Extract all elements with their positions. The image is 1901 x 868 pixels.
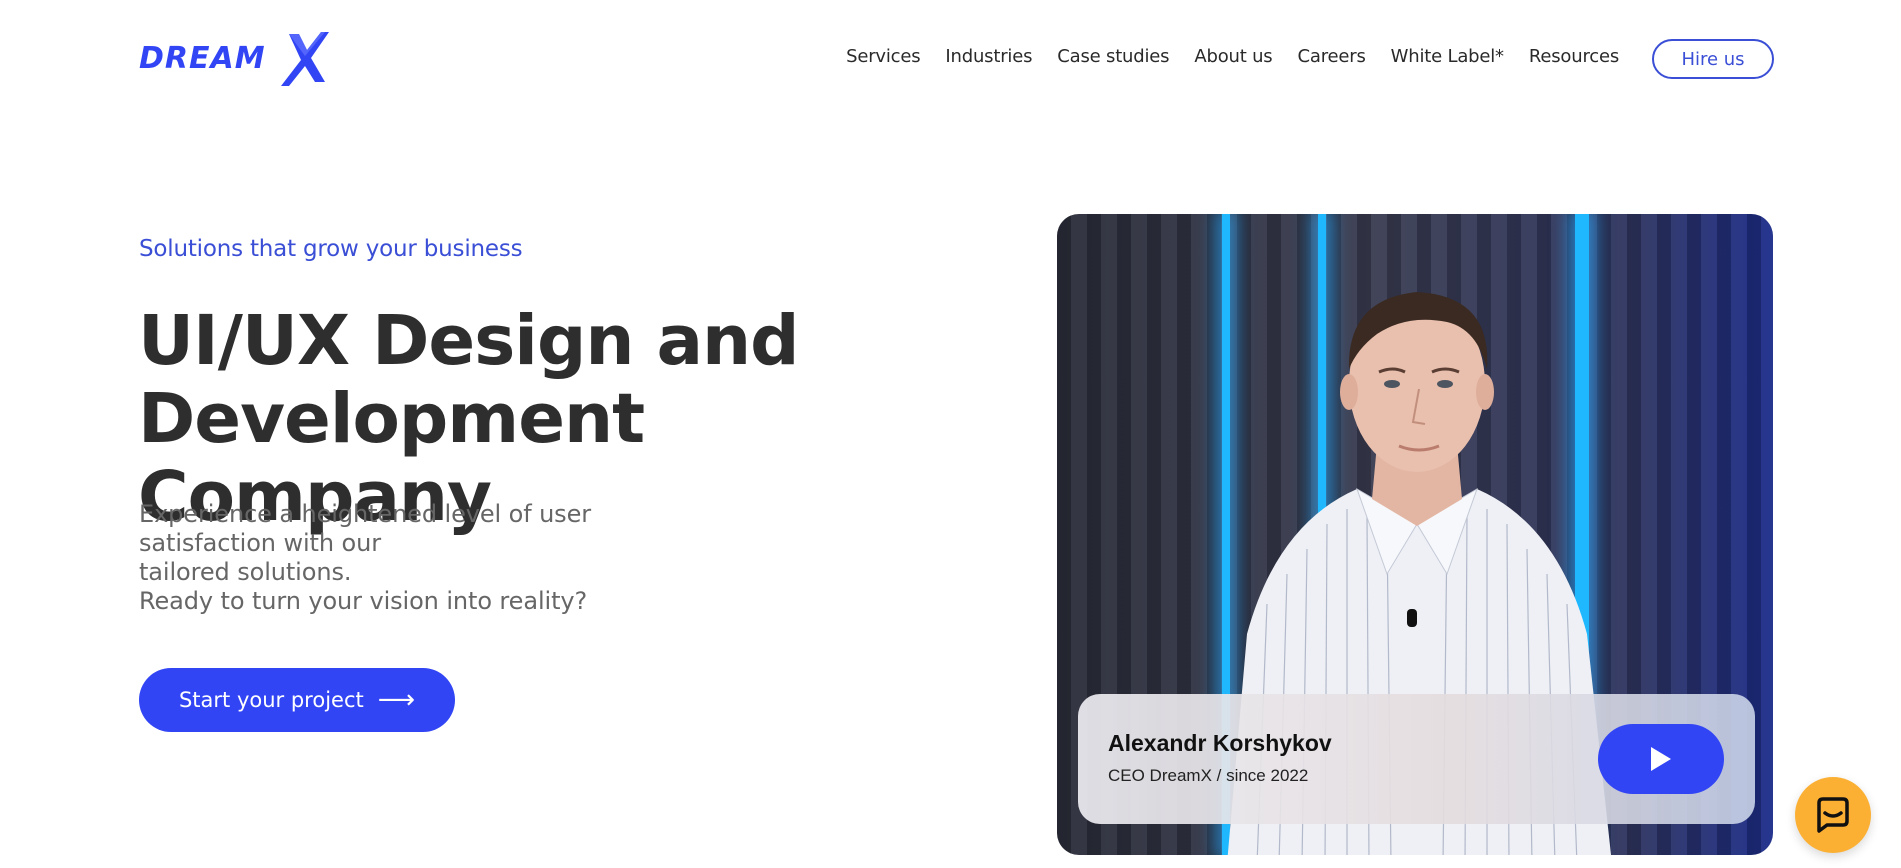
play-icon — [1651, 747, 1671, 771]
hero-eyebrow: Solutions that grow your business — [139, 236, 523, 262]
video-caption: Alexandr Korshykov CEO DreamX / since 20… — [1078, 694, 1755, 824]
start-project-label: Start your project — [178, 688, 364, 712]
dreamx-logo-graphic: DREAM — [139, 32, 329, 86]
nav-item-resources[interactable]: Resources — [1529, 46, 1619, 67]
page-title-line-1: UI/UX Design and — [138, 301, 800, 381]
nav-item-case-studies[interactable]: Case studies — [1057, 46, 1169, 67]
hero-description-line: Ready to turn your vision into reality? — [139, 587, 588, 615]
hero-description-line: satisfaction with our — [139, 529, 381, 557]
start-project-button[interactable]: Start your project ⟶ — [139, 668, 455, 732]
svg-text:DREAM: DREAM — [139, 41, 266, 76]
hire-us-button[interactable]: Hire us — [1652, 39, 1774, 79]
hero-description-line: Experience a heightened level of user — [139, 500, 592, 528]
hero-description: Experience a heightened level of user sa… — [139, 500, 659, 616]
speaker-name: Alexandr Korshykov — [1108, 730, 1332, 756]
nav-item-about-us[interactable]: About us — [1194, 46, 1272, 67]
intro-video-card[interactable]: Alexandr Korshykov CEO DreamX / since 20… — [1057, 214, 1773, 855]
play-button[interactable] — [1598, 724, 1724, 794]
chat-bubble-icon — [1817, 797, 1849, 833]
main-nav: Services Industries Case studies About u… — [821, 46, 1619, 67]
hero-description-line: tailored solutions. — [139, 558, 352, 586]
brand-logo[interactable]: DREAM — [139, 28, 331, 88]
chat-widget-button[interactable] — [1795, 777, 1871, 853]
nav-item-white-label[interactable]: White Label* — [1391, 46, 1504, 67]
speaker-role: CEO DreamX / since 2022 — [1108, 766, 1309, 785]
nav-item-careers[interactable]: Careers — [1298, 46, 1366, 67]
nav-item-industries[interactable]: Industries — [945, 46, 1032, 67]
arrow-right-icon: ⟶ — [377, 685, 416, 715]
nav-item-services[interactable]: Services — [846, 46, 921, 67]
